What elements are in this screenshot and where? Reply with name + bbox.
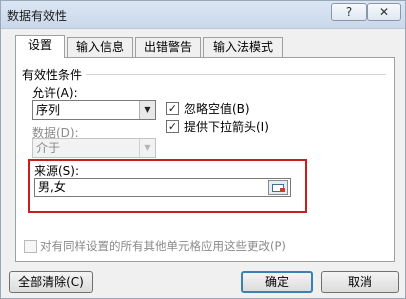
settings-panel: 有效性条件 允许(A): 序列 ▼ 数据(D): 介于 ▼ ✓ 忽略空值(B) …	[15, 57, 395, 262]
dialog-window: 数据有效性 ? ✕ 设置 输入信息 出错警告 输入法模式 有效性条件 允许(A)…	[0, 0, 406, 299]
validation-criteria-title: 有效性条件	[22, 68, 83, 82]
source-input[interactable]: 男,女	[34, 178, 291, 197]
tab-ime-mode[interactable]: 输入法模式	[203, 37, 283, 57]
tab-settings[interactable]: 设置	[15, 35, 65, 58]
apply-all-checkbox	[24, 240, 37, 253]
range-marker	[280, 188, 285, 192]
range-select-icon[interactable]	[268, 180, 288, 195]
group-divider	[86, 74, 386, 75]
ok-button[interactable]: 确定	[241, 271, 313, 293]
cancel-button[interactable]: 取消	[321, 271, 399, 293]
source-input-value: 男,女	[38, 180, 66, 194]
source-label: 来源(S):	[34, 164, 80, 178]
allow-select-value: 序列	[36, 103, 61, 117]
allow-label: 允许(A):	[32, 86, 78, 100]
checkmark-icon: ✓	[167, 120, 178, 133]
close-button[interactable]: ✕	[367, 3, 401, 21]
apply-all-label: 对有同样设置的所有其他单元格应用这些更改(P)	[40, 239, 286, 253]
ignore-blank-checkbox[interactable]: ✓	[166, 102, 179, 115]
data-select-value: 介于	[36, 141, 61, 155]
in-cell-dropdown-label[interactable]: 提供下拉箭头(I)	[184, 118, 269, 135]
in-cell-dropdown-checkbox[interactable]: ✓	[166, 120, 179, 133]
clear-all-button[interactable]: 全部清除(C)	[9, 271, 93, 293]
title-bar: 数据有效性 ? ✕	[1, 1, 405, 29]
chevron-down-icon[interactable]: ▼	[139, 101, 155, 119]
ignore-blank-label[interactable]: 忽略空值(B)	[184, 100, 250, 117]
help-button[interactable]: ?	[331, 3, 367, 21]
tab-error-alert[interactable]: 出错警告	[135, 37, 201, 57]
checkmark-icon: ✓	[167, 102, 178, 115]
tab-input-message[interactable]: 输入信息	[67, 37, 133, 57]
chevron-down-icon: ▼	[139, 139, 155, 157]
data-select: 介于 ▼	[32, 138, 156, 158]
allow-select[interactable]: 序列 ▼	[32, 100, 156, 120]
dialog-title: 数据有效性	[7, 9, 68, 23]
